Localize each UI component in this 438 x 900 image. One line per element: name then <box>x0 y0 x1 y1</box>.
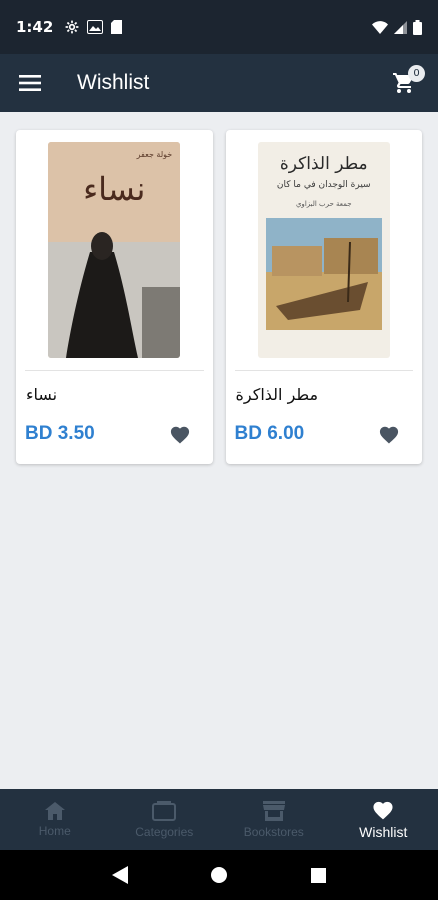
cover-author: خولة جعفر <box>136 150 173 159</box>
system-navigation-bar <box>0 850 438 900</box>
back-button[interactable] <box>105 860 135 890</box>
cart-count-badge: 0 <box>408 65 425 82</box>
heart-icon <box>373 801 393 820</box>
book-cover-image: مطر الذاكرة سيرة الوجدان في ما كان جمعة … <box>257 142 390 358</box>
sd-card-icon <box>111 20 123 34</box>
home-button[interactable] <box>204 860 234 890</box>
book-card[interactable]: مطر الذاكرة سيرة الوجدان في ما كان جمعة … <box>225 130 422 464</box>
heart-icon <box>170 426 189 444</box>
app-bar: Wishlist 0 <box>0 54 438 112</box>
page-title: Wishlist <box>77 71 150 94</box>
cover-title: مطر الذاكرة <box>279 154 368 174</box>
settings-icon <box>65 20 79 34</box>
book-cover-image: نساء خولة جعفر <box>48 142 181 358</box>
cover-subtitle: سيرة الوجدان في ما كان <box>276 180 371 190</box>
nav-home[interactable]: Home <box>0 789 110 850</box>
book-title: مطر الذاكرة <box>235 385 319 404</box>
categories-icon <box>152 800 177 821</box>
status-time: 1:42 <box>16 18 54 36</box>
nav-bookstores-label: Bookstores <box>243 824 304 839</box>
cover-author: جمعة حرب البزاوي <box>295 200 352 208</box>
cover-title: نساء <box>83 170 146 208</box>
wifi-icon <box>372 20 388 34</box>
recents-square-icon <box>310 867 326 883</box>
heart-icon <box>379 426 399 444</box>
nav-wishlist[interactable]: Wishlist <box>329 789 438 850</box>
nav-categories-label: Categories <box>135 824 194 839</box>
wishlist-grid: نساء خولة جعفر نساء BD 3.50 مطر الذاكرة … <box>0 112 438 789</box>
back-triangle-icon <box>111 866 128 884</box>
status-bar: 1:42 <box>0 0 438 54</box>
book-price: BD 3.50 <box>25 423 95 444</box>
remove-from-wishlist-button[interactable] <box>167 421 193 447</box>
store-icon <box>262 800 285 821</box>
menu-button[interactable] <box>16 69 44 97</box>
nav-bookstores[interactable]: Bookstores <box>219 789 329 850</box>
nav-wishlist-label: Wishlist <box>359 824 408 840</box>
home-icon <box>44 801 65 820</box>
signal-icon <box>394 20 407 34</box>
bottom-navigation: Home Categories Bookstores Wishlist <box>0 789 438 850</box>
nav-categories[interactable]: Categories <box>110 789 220 850</box>
recents-button[interactable] <box>303 860 333 890</box>
remove-from-wishlist-button[interactable] <box>376 421 402 447</box>
home-circle-icon <box>210 867 227 883</box>
nav-home-label: Home <box>38 823 71 838</box>
battery-icon <box>413 19 422 35</box>
book-price: BD 6.00 <box>234 423 305 444</box>
book-card[interactable]: نساء خولة جعفر نساء BD 3.50 <box>16 130 213 464</box>
hamburger-icon <box>19 75 41 91</box>
book-title: نساء <box>26 385 58 404</box>
cart-button[interactable]: 0 <box>386 65 425 101</box>
gallery-icon <box>87 20 104 34</box>
